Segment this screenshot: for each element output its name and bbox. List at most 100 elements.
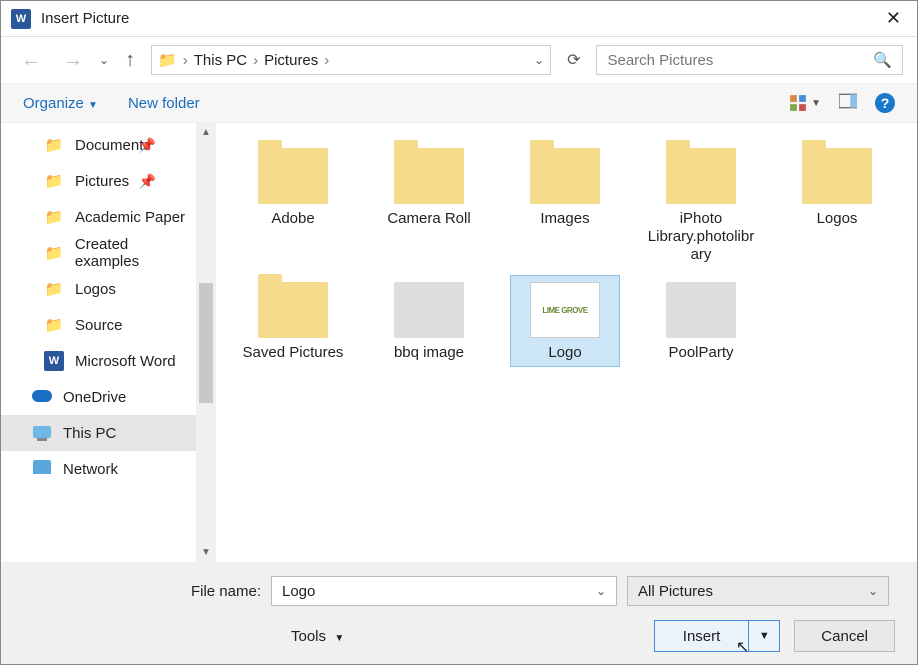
new-folder-button[interactable]: New folder — [128, 95, 200, 112]
sidebar-item[interactable]: 📁 Academic Paper — [1, 199, 196, 235]
up-button[interactable]: ↑ — [119, 47, 141, 74]
organize-menu[interactable]: Organize ▼ — [23, 95, 98, 112]
cancel-button[interactable]: Cancel — [794, 620, 895, 652]
folder-tile[interactable]: Images — [510, 141, 620, 267]
filter-value: All Pictures — [638, 583, 713, 600]
sidebar-item-label: Academic Paper — [75, 209, 185, 226]
address-bar[interactable]: 📁 › This PC › Pictures › ⌄ — [151, 45, 551, 75]
word-icon: W — [43, 351, 65, 371]
file-name: Logos — [783, 210, 891, 230]
scroll-up-icon[interactable]: ▲ — [201, 127, 211, 138]
folder-icon: 📁 — [43, 280, 65, 298]
image-thumbnail: LIME GROVE — [530, 282, 600, 338]
folder-icon: 📁 — [43, 316, 65, 334]
folder-tile[interactable]: Adobe — [238, 141, 348, 267]
forward-button[interactable]: → — [57, 47, 89, 74]
word-app-icon: W — [11, 9, 31, 29]
file-pane[interactable]: Adobe Camera Roll Images iPhoto Library.pho… — [216, 123, 917, 562]
search-placeholder: Search Pictures — [607, 52, 713, 69]
sidebar-item-label: Pictures — [75, 173, 129, 190]
help-button[interactable]: ? — [875, 93, 895, 113]
folder-icon — [258, 148, 328, 204]
search-icon: 🔍 — [873, 51, 892, 69]
file-name: PoolParty — [647, 344, 755, 364]
scroll-down-icon[interactable]: ▼ — [201, 547, 211, 558]
folder-tile[interactable]: Camera Roll — [374, 141, 484, 267]
preview-pane-icon — [839, 92, 857, 110]
file-name: bbq image — [375, 344, 483, 364]
sidebar-item[interactable]: 📁 Source — [1, 307, 196, 343]
file-name: Camera Roll — [375, 210, 483, 230]
sidebar: 📁Documents📌 📁 Pictures 📌 📁 Academic Paper 📁 Cre… — [1, 123, 216, 562]
file-name: Saved Pictures — [239, 344, 347, 364]
folder-tile[interactable]: Logos — [782, 141, 892, 267]
filename-input[interactable]: Logo ⌄ — [271, 576, 617, 606]
file-name: Images — [511, 210, 619, 230]
window-title: Insert Picture — [41, 10, 129, 27]
file-name: Logo — [511, 344, 619, 364]
search-input[interactable]: Search Pictures 🔍 — [596, 45, 903, 75]
chevron-down-icon[interactable]: ⌄ — [596, 584, 606, 598]
breadcrumb-segment[interactable]: Pictures — [264, 52, 318, 69]
image-tile[interactable]: LIME GROVE Logo — [510, 275, 620, 367]
sidebar-item-label: Network — [63, 461, 118, 478]
file-name: Adobe — [239, 210, 347, 230]
chevron-right-icon: › — [253, 52, 258, 69]
scrollbar[interactable]: ▲ ▼ — [196, 123, 216, 562]
folder-icon: 📁 — [43, 244, 65, 262]
folder-icon — [666, 148, 736, 204]
folder-icon: 📁 — [43, 172, 65, 190]
thumbnails-view-icon — [789, 94, 807, 112]
refresh-button[interactable]: ⟳ — [561, 50, 586, 70]
bottom-bar: File name: Logo ⌄ All Pictures ⌄ Tools ▼… — [1, 562, 917, 664]
sidebar-item[interactable]: This PC — [1, 415, 196, 451]
sidebar-item[interactable]: 📁Documents📌 — [1, 127, 196, 163]
nav-row: ← → ⌄ ↑ 📁 › This PC › Pictures › ⌄ ⟳ Sea… — [1, 37, 917, 83]
folder-icon: 📁 — [43, 208, 65, 226]
filename-label: File name: — [21, 583, 261, 600]
breadcrumb-segment[interactable]: This PC — [194, 52, 247, 69]
chevron-right-icon: › — [183, 52, 188, 69]
sidebar-item-label: Source — [75, 317, 123, 334]
insert-button[interactable]: Insert ▼ ↖ — [654, 620, 781, 652]
image-thumbnail — [666, 282, 736, 338]
address-dropdown-icon[interactable]: ⌄ — [534, 53, 544, 67]
sidebar-item[interactable]: 📁 Created examples — [1, 235, 196, 271]
view-mode-button[interactable]: ▼ — [789, 94, 821, 112]
sidebar-item-label: This PC — [63, 425, 116, 442]
folder-tile[interactable]: iPhoto Library.photolibrary — [646, 141, 756, 267]
pin-icon: 📌 — [139, 173, 156, 190]
folder-icon — [394, 148, 464, 204]
tools-menu[interactable]: Tools ▼ — [291, 628, 344, 645]
sidebar-item[interactable]: 📁 Pictures 📌 — [1, 163, 196, 199]
sidebar-item-label: OneDrive — [63, 389, 126, 406]
chevron-right-icon: › — [324, 52, 329, 69]
close-button[interactable]: ✕ — [880, 8, 907, 29]
file-name: iPhoto Library.photolibrary — [647, 210, 755, 264]
network-icon — [31, 460, 53, 478]
filetype-filter[interactable]: All Pictures ⌄ — [627, 576, 889, 606]
insert-dropdown[interactable]: ▼ — [749, 630, 779, 642]
image-tile[interactable]: PoolParty — [646, 275, 756, 367]
scroll-thumb[interactable] — [199, 283, 213, 403]
preview-pane-button[interactable] — [839, 92, 857, 114]
chevron-down-icon[interactable]: ⌄ — [868, 584, 878, 598]
sidebar-item[interactable]: Network — [1, 451, 196, 487]
folder-icon — [258, 282, 328, 338]
sidebar-item-label: Created examples — [75, 236, 196, 270]
folder-icon — [802, 148, 872, 204]
pc-icon — [31, 425, 53, 442]
sidebar-item-label: Logos — [75, 281, 116, 298]
folder-tile[interactable]: Saved Pictures — [238, 275, 348, 367]
sidebar-item[interactable]: 📁 Logos — [1, 271, 196, 307]
sidebar-item[interactable]: OneDrive — [1, 379, 196, 415]
sidebar-item[interactable]: W Microsoft Word — [1, 343, 196, 379]
image-tile[interactable]: bbq image — [374, 275, 484, 367]
folder-icon — [530, 148, 600, 204]
sidebar-item-label: Microsoft Word — [75, 353, 176, 370]
image-thumbnail — [394, 282, 464, 338]
filename-value: Logo — [282, 583, 315, 600]
onedrive-icon — [31, 389, 53, 406]
back-button[interactable]: ← — [15, 47, 47, 74]
recent-dropdown-icon[interactable]: ⌄ — [99, 53, 109, 67]
